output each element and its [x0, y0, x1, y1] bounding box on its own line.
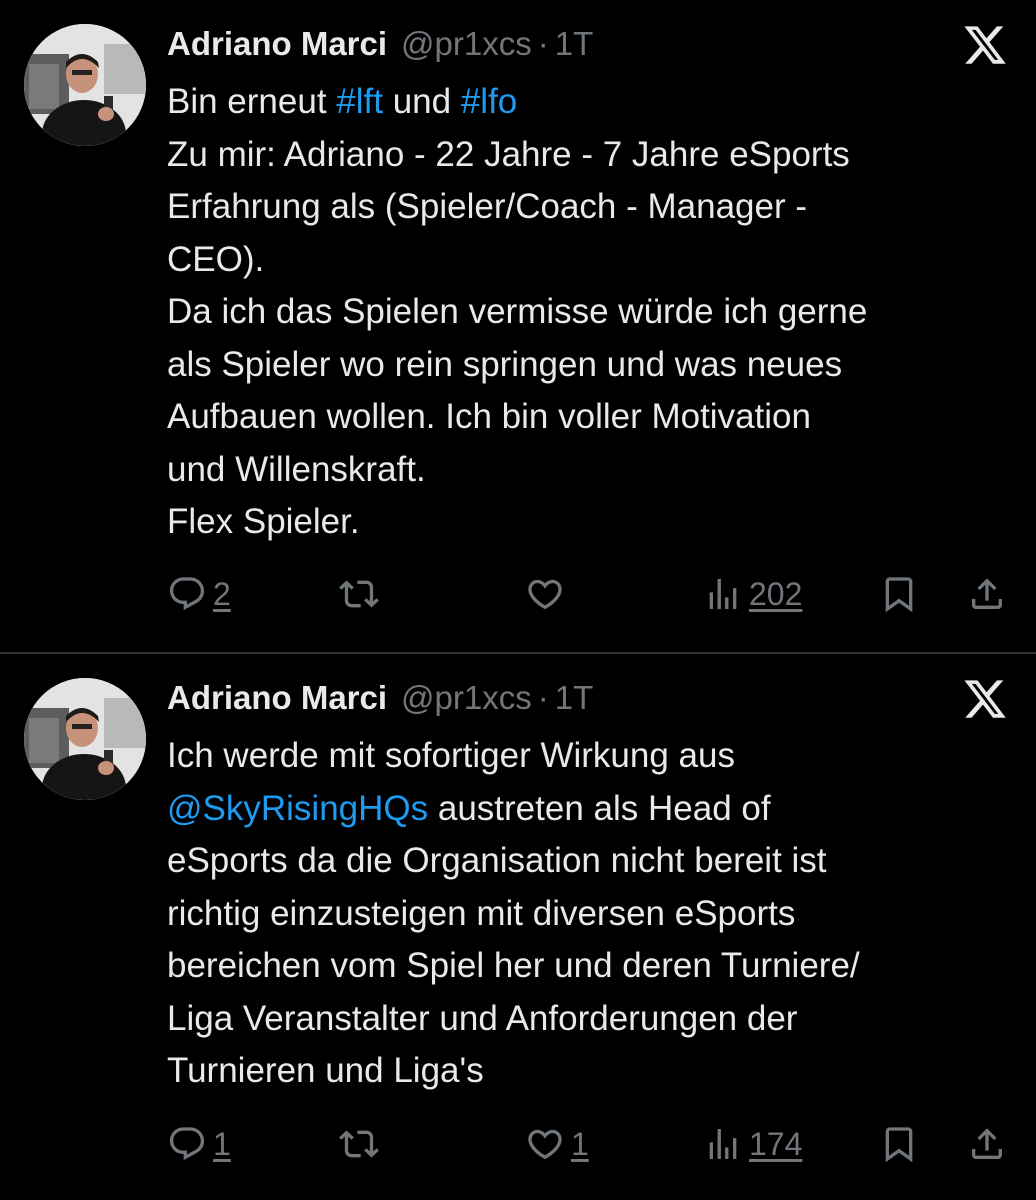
reply-icon — [169, 577, 205, 611]
author-handle[interactable]: @pr1xcs — [401, 22, 532, 66]
views-button[interactable]: 174 — [703, 1120, 802, 1168]
heart-icon — [528, 1129, 562, 1160]
tweet-header: Adriano Marci @pr1xcs · 1T — [167, 676, 593, 720]
share-button[interactable] — [967, 570, 1007, 618]
hashtag-lft[interactable]: #lft — [336, 82, 383, 121]
repost-button[interactable] — [339, 1120, 379, 1168]
reply-button[interactable]: 1 — [167, 1120, 231, 1168]
text-line: und Willenskraft. — [167, 449, 426, 489]
text-line: @SkyRisingHQs austreten als Head of — [167, 783, 1007, 836]
text-line: Liga Veranstalter und Anforderungen der — [167, 998, 798, 1038]
text-segment: und — [382, 82, 461, 121]
tweet[interactable]: Adriano Marci @pr1xcs · 1T Ich werde mit… — [0, 654, 1036, 1200]
text-line: Erfahrung als (Spieler/Coach - Manager - — [167, 187, 808, 226]
like-count: 1 — [571, 1125, 589, 1162]
text-line: CEO). — [167, 239, 265, 279]
share-button[interactable] — [967, 1120, 1007, 1168]
text-line: Ich werde mit sofortiger Wirkung aus — [167, 736, 735, 775]
bookmark-icon — [885, 577, 913, 613]
text-line: Flex Spieler. — [167, 502, 360, 541]
reply-icon — [169, 1127, 205, 1161]
bookmark-button[interactable] — [879, 1120, 919, 1168]
hashtag-lfo[interactable]: #lfo — [461, 82, 517, 121]
views-chart-icon — [709, 579, 737, 609]
text-segment: austreten als Head of — [428, 788, 771, 828]
heart-icon — [528, 579, 562, 610]
views-count: 174 — [749, 1125, 803, 1162]
x-logo-icon — [962, 676, 1008, 722]
text-segment: Bin erneut — [167, 82, 337, 121]
timestamp[interactable]: 1T — [555, 676, 594, 720]
views-count: 202 — [749, 575, 803, 612]
tweet[interactable]: Adriano Marci @pr1xcs · 1T Bin erneut #l… — [0, 0, 1036, 652]
author-handle[interactable]: @pr1xcs — [401, 676, 532, 720]
action-bar: 1 1 174 — [167, 1120, 1012, 1168]
tweet-text: Ich werde mit sofortiger Wirkung aus @Sk… — [167, 730, 1007, 1098]
views-button[interactable]: 202 — [703, 570, 802, 618]
like-button[interactable] — [525, 570, 565, 618]
text-line: Zu mir: Adriano - 22 Jahre - 7 Jahre eSp… — [167, 134, 850, 174]
text-line: richtig einzusteigen mit diversen eSport… — [167, 893, 796, 933]
separator: · — [537, 679, 549, 716]
views-chart-icon — [709, 1129, 737, 1159]
avatar[interactable] — [24, 678, 146, 800]
reply-count: 1 — [213, 1125, 231, 1162]
text-line: Aufbauen wollen. Ich bin voller Motivati… — [167, 397, 811, 436]
timestamp[interactable]: 1T — [555, 22, 594, 66]
text-line: als Spieler wo rein springen und was neu… — [167, 344, 843, 384]
share-icon — [972, 1128, 1002, 1159]
tweet-header: Adriano Marci @pr1xcs · 1T — [167, 22, 593, 66]
share-icon — [972, 578, 1002, 609]
x-logo-icon — [962, 22, 1008, 68]
text-line: bereichen vom Spiel her und deren Turnie… — [167, 946, 860, 985]
avatar[interactable] — [24, 24, 146, 146]
text-line: Turnieren und Liga's — [167, 1051, 484, 1090]
text-line: Bin erneut #lft und #lfo — [167, 76, 1007, 129]
separator: · — [537, 25, 549, 62]
tweet-text: Bin erneut #lft und #lfo Zu mir: Adriano… — [167, 76, 1007, 549]
reply-button[interactable]: 2 — [167, 570, 231, 618]
text-line: eSports da die Organisation nicht bereit… — [167, 841, 827, 880]
bookmark-icon — [885, 1127, 913, 1163]
repost-button[interactable] — [339, 570, 379, 618]
mention-skyrisinghqs[interactable]: @SkyRisingHQs — [167, 789, 428, 828]
repost-icon — [339, 1130, 379, 1158]
bookmark-button[interactable] — [879, 570, 919, 618]
author-name[interactable]: Adriano Marci — [167, 22, 387, 66]
reply-count: 2 — [213, 575, 231, 612]
text-line: Da ich das Spielen vermisse würde ich ge… — [167, 292, 868, 331]
repost-icon — [339, 580, 379, 608]
action-bar: 2 202 — [167, 570, 1012, 618]
author-name[interactable]: Adriano Marci — [167, 676, 387, 720]
like-button[interactable]: 1 — [525, 1120, 589, 1168]
